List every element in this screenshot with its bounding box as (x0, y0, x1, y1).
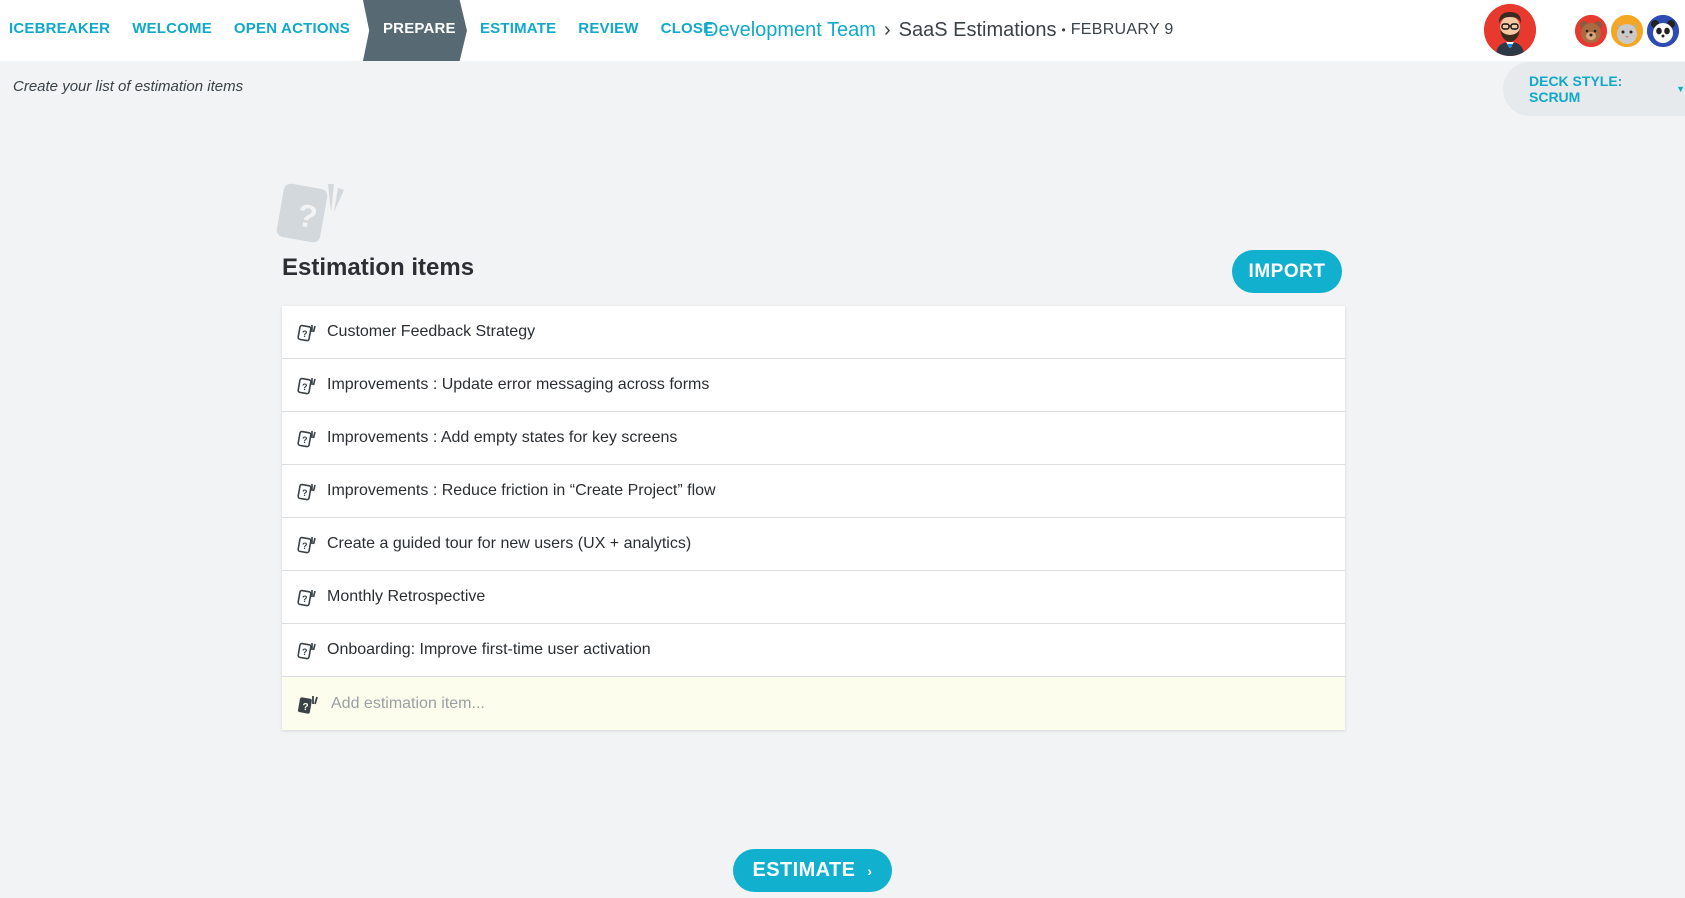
add-item-row: ? (282, 677, 1345, 730)
list-item[interactable]: ? Improvements : Add empty states for ke… (282, 412, 1345, 465)
team-member-avatar[interactable] (1573, 13, 1609, 49)
caret-down-icon: ▼ (1676, 84, 1685, 94)
card-icon: ? (297, 324, 316, 342)
item-label: Customer Feedback Strategy (327, 323, 536, 340)
hipster-avatar-icon (1484, 4, 1536, 56)
item-label: Improvements : Add empty states for key … (327, 429, 678, 446)
breadcrumb-team[interactable]: Development Team (704, 19, 876, 42)
list-item[interactable]: ? Improvements : Update error messaging … (282, 359, 1345, 412)
item-label: Create a guided tour for new users (UX +… (327, 535, 692, 552)
svg-text:?: ? (302, 435, 308, 445)
card-icon: ? (298, 695, 318, 714)
step-navigation: ICEBREAKER WELCOME OPEN ACTIONS PREPARE … (0, 0, 724, 61)
breadcrumb-board: SaaS Estimations (898, 18, 1057, 41)
svg-text:?: ? (303, 702, 309, 713)
step-open-actions[interactable]: OPEN ACTIONS (223, 0, 361, 61)
team-member-avatar[interactable] (1645, 13, 1681, 49)
svg-text:?: ? (302, 647, 308, 657)
step-welcome[interactable]: WELCOME (121, 0, 223, 61)
deck-style-label: DECK STYLE: SCRUM (1529, 73, 1623, 105)
svg-text:?: ? (302, 541, 308, 551)
card-icon: ? (297, 377, 316, 395)
card-icon: ? (297, 589, 316, 607)
item-label: Improvements : Update error messaging ac… (327, 376, 710, 393)
import-button[interactable]: IMPORT (1232, 250, 1342, 293)
step-icebreaker[interactable]: ICEBREAKER (0, 0, 121, 61)
card-icon: ? (297, 430, 316, 448)
list-item[interactable]: ? Onboarding: Improve first-time user ac… (282, 624, 1345, 677)
svg-text:?: ? (302, 594, 308, 604)
list-item[interactable]: ? Create a guided tour for new users (UX… (282, 518, 1345, 571)
estimation-items-list: ? Customer Feedback Strategy ? Improveme… (282, 306, 1345, 730)
list-item[interactable]: ? Monthly Retrospective (282, 571, 1345, 624)
section-title: Estimation items (282, 254, 475, 281)
user-avatar[interactable] (1484, 4, 1536, 56)
cards-icon: ? (276, 183, 344, 243)
breadcrumb-date: FEBRUARY 9 (1070, 21, 1174, 38)
team-member-avatar[interactable] (1609, 13, 1645, 49)
item-label: Monthly Retrospective (327, 588, 486, 605)
step-estimate[interactable]: ESTIMATE (469, 0, 567, 61)
step-review[interactable]: REVIEW (567, 0, 649, 61)
page-instruction: Create your list of estimation items (13, 78, 244, 95)
item-label: Onboarding: Improve first-time user acti… (327, 641, 651, 658)
step-prepare[interactable]: PREPARE (362, 0, 467, 61)
item-label: Improvements : Reduce friction in “Creat… (327, 482, 716, 499)
breadcrumb: Development Team › SaaS Estimations • FE… (704, 16, 1174, 44)
svg-text:?: ? (302, 488, 308, 498)
chevron-right-icon: › (867, 862, 873, 879)
card-icon: ? (297, 642, 316, 660)
deck-style-dropdown[interactable]: DECK STYLE: SCRUM ▼ (1503, 62, 1685, 116)
cat-avatar-icon (1611, 15, 1643, 47)
list-item[interactable]: ? Customer Feedback Strategy (282, 306, 1345, 359)
card-icon: ? (297, 536, 316, 554)
chevron-right-icon: › (883, 18, 891, 41)
panda-avatar-icon (1647, 15, 1679, 47)
svg-text:?: ? (302, 329, 308, 339)
top-bar: ICEBREAKER WELCOME OPEN ACTIONS PREPARE … (0, 0, 1685, 61)
separator-dot: • (1061, 23, 1066, 37)
estimate-button-label: ESTIMATE (752, 859, 856, 881)
team-avatars (1573, 13, 1685, 49)
card-icon: ? (297, 483, 316, 501)
estimate-button[interactable]: ESTIMATE › (733, 849, 892, 892)
svg-text:?: ? (302, 382, 308, 392)
list-item[interactable]: ? Improvements : Reduce friction in “Cre… (282, 465, 1345, 518)
bear-avatar-icon (1575, 15, 1607, 47)
add-item-input[interactable] (331, 694, 1231, 713)
